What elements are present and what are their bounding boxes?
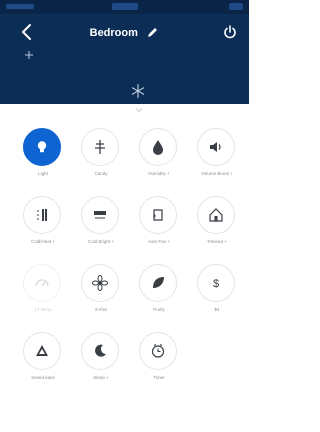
fan-icon — [92, 275, 108, 291]
tile-label: Purify — [153, 307, 165, 312]
tile-label: X-Fan — [94, 307, 108, 312]
tile-button[interactable] — [23, 332, 61, 370]
tile-label: Candy — [94, 171, 108, 176]
power-icon[interactable] — [223, 25, 237, 39]
tile-timer[interactable]: Timer — [130, 320, 188, 392]
signal-icon — [6, 4, 34, 9]
tile-humidity[interactable]: Humidity + — [130, 116, 188, 188]
tile-sleep[interactable]: Sleep + — [72, 320, 130, 392]
tile-label: 17 Temp — [34, 307, 52, 312]
tile-x-fan[interactable]: X-Fan — [72, 252, 130, 324]
tile-light[interactable]: Light — [14, 116, 72, 188]
plus-icon[interactable] — [24, 50, 34, 60]
gauge-icon — [35, 279, 49, 287]
clock-readout — [112, 3, 138, 10]
tile-button[interactable] — [139, 196, 177, 234]
tile-button[interactable] — [23, 128, 61, 166]
tile-label: Light — [38, 171, 48, 176]
tile-label: Cold/Heat + — [31, 239, 55, 244]
recycle-icon — [36, 345, 48, 356]
tile-label: Auto Fan + — [147, 239, 171, 244]
house-icon — [209, 208, 223, 222]
bars-icon — [37, 209, 47, 221]
tile-button[interactable] — [81, 196, 119, 234]
tile-label: Volume Boost + — [201, 171, 233, 176]
drop-icon — [153, 140, 163, 155]
panel-icon — [94, 211, 106, 219]
tile-coldheat[interactable]: Cold/Heat + — [14, 184, 72, 256]
tile-label: Cold Bright + — [87, 239, 115, 244]
pencil-icon[interactable] — [146, 26, 159, 39]
tile-candy[interactable]: Candy — [72, 116, 130, 188]
tile-button[interactable] — [197, 128, 235, 166]
tile-button[interactable] — [139, 128, 177, 166]
tile-label: Sleep + — [93, 375, 109, 380]
tile-purify[interactable]: Purify — [130, 252, 188, 324]
tile-button[interactable] — [81, 264, 119, 302]
tile-button[interactable] — [197, 196, 235, 234]
chevron-down-icon[interactable] — [135, 106, 143, 114]
clock-icon — [151, 344, 165, 358]
tile-button[interactable] — [139, 332, 177, 370]
tile-label: $4 — [214, 307, 220, 312]
status-bar — [0, 0, 249, 14]
tile-temp[interactable]: 17 Temp — [14, 252, 72, 324]
tile-label: Timeout + — [207, 239, 227, 244]
tree-icon — [95, 140, 105, 154]
tile-button[interactable] — [139, 264, 177, 302]
tile-volume[interactable]: Volume Boost + — [188, 116, 246, 188]
square-curl-icon — [153, 209, 163, 221]
battery-icon — [229, 3, 243, 10]
tile-button[interactable] — [23, 264, 61, 302]
moon-icon — [95, 344, 106, 357]
tile-button[interactable]: $ — [197, 264, 235, 302]
tile-save-leave[interactable]: Save/Leave — [14, 320, 72, 392]
header-bar: Bedroom — [0, 0, 249, 104]
tile-timeout[interactable]: Timeout + — [188, 184, 246, 256]
tile-button[interactable] — [81, 128, 119, 166]
bulb-icon — [37, 141, 47, 153]
title-row: Bedroom — [0, 24, 249, 42]
svg-text:$: $ — [213, 278, 219, 290]
tile-ble[interactable]: $ $4 — [188, 252, 246, 324]
dollar-icon: $ — [213, 278, 219, 290]
snowflake-icon — [131, 83, 145, 99]
tile-auto-fan[interactable]: Auto Fan + — [130, 184, 188, 256]
tile-button[interactable] — [81, 332, 119, 370]
tile-coldbright[interactable]: Cold Bright + — [72, 184, 130, 256]
tile-label: Humidity + — [148, 171, 170, 176]
page-title: Bedroom — [89, 26, 138, 39]
speaker-icon — [210, 142, 221, 152]
tile-label: Timer — [153, 375, 165, 380]
leaf-icon — [153, 277, 164, 288]
tile-button[interactable] — [23, 196, 61, 234]
tile-label: Save/Leave — [31, 375, 55, 380]
